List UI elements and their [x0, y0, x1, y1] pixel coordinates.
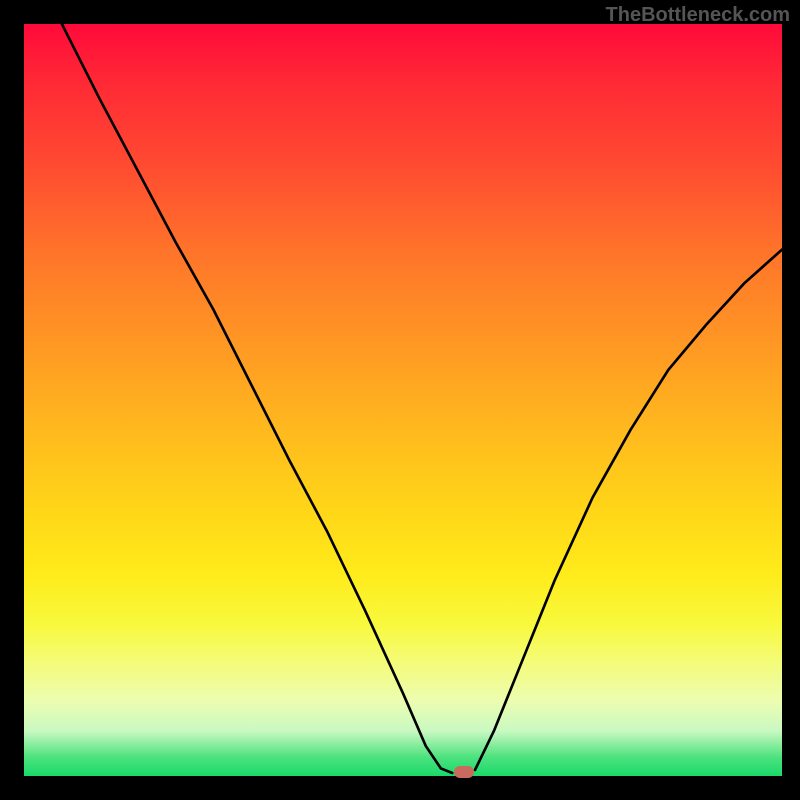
chart-background-gradient: [24, 24, 782, 776]
bottleneck-marker: [454, 766, 474, 778]
watermark-text: TheBottleneck.com: [606, 4, 790, 27]
